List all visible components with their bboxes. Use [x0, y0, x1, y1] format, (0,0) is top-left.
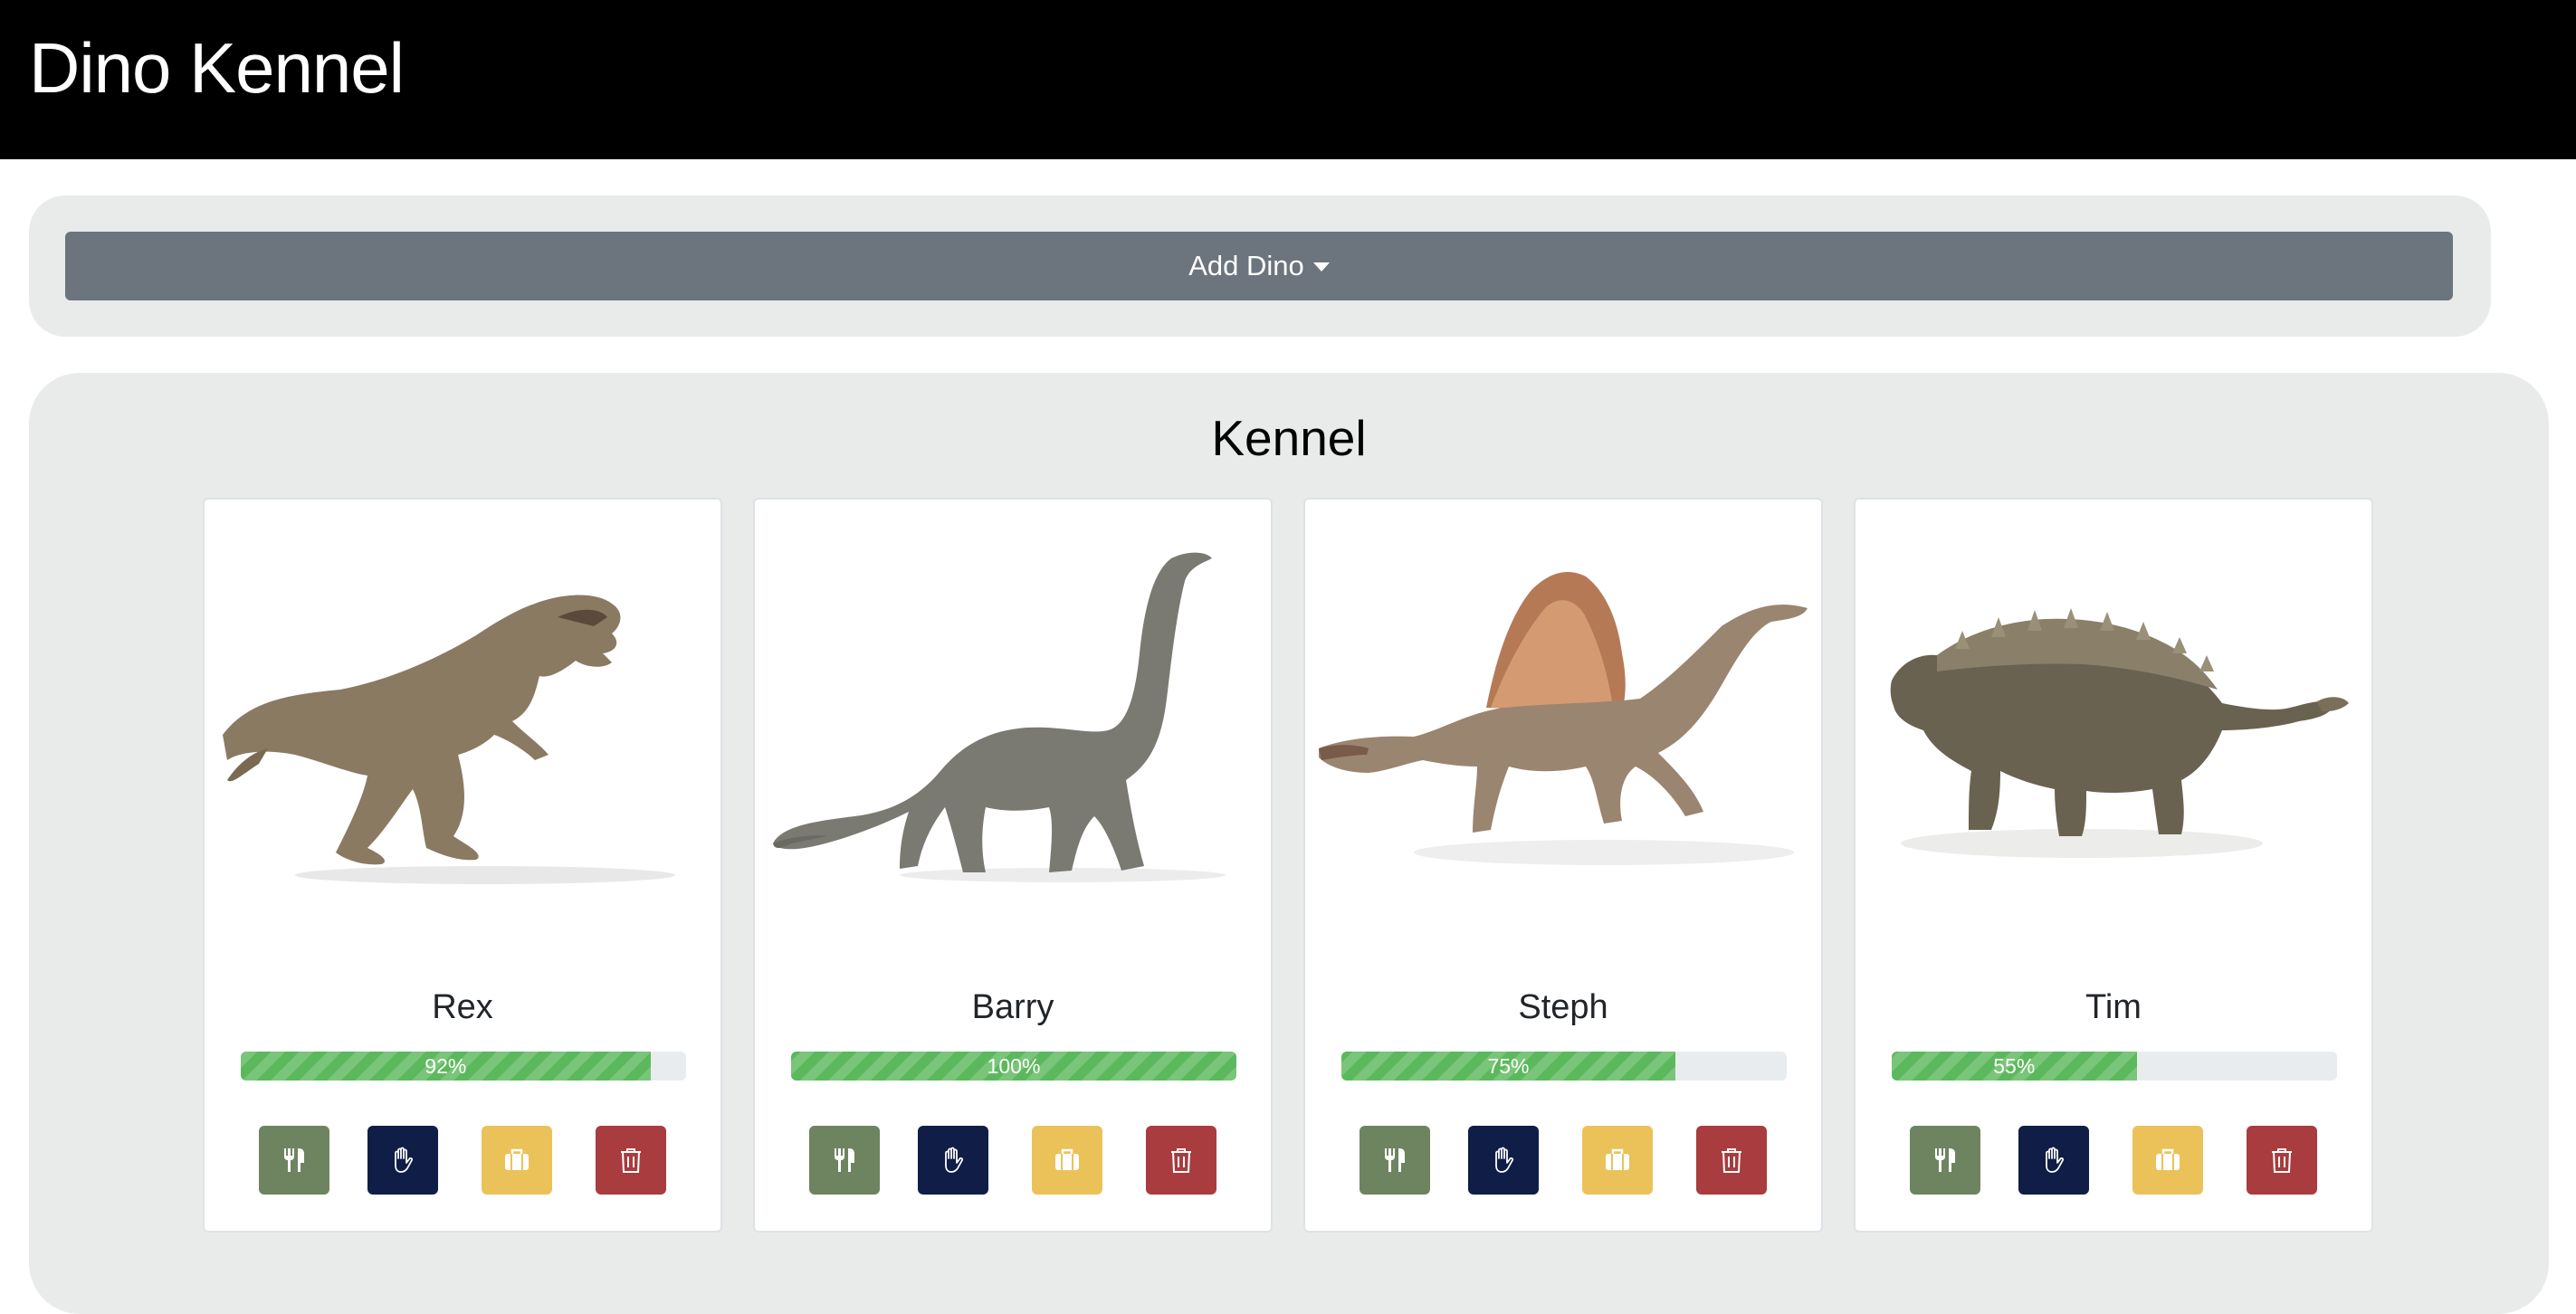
- play-button[interactable]: [2132, 1126, 2203, 1195]
- dino-actions: [1305, 1126, 1821, 1195]
- trash-icon: [2272, 1148, 2292, 1173]
- hand-icon: [2046, 1147, 2065, 1173]
- brontosaurus-image: [773, 552, 1226, 882]
- feed-button[interactable]: [259, 1126, 329, 1195]
- briefcase-icon: [1055, 1148, 1079, 1170]
- progress-label: 75%: [1487, 1053, 1530, 1078]
- top-navbar: Dino Kennel: [0, 0, 2576, 159]
- progress-label: 92%: [425, 1053, 467, 1078]
- progress-fill: 92%: [241, 1052, 651, 1081]
- caret-down-icon: [1312, 262, 1330, 271]
- delete-button[interactable]: [1146, 1126, 1216, 1195]
- dino-name: Rex: [432, 988, 493, 1026]
- play-button[interactable]: [482, 1126, 552, 1195]
- dino-card: Barry 100%: [753, 498, 1273, 1233]
- fork-knife-icon: [1385, 1148, 1405, 1172]
- progress-fill: 55%: [1892, 1052, 2137, 1081]
- pet-button[interactable]: [367, 1126, 438, 1195]
- hand-icon: [395, 1147, 414, 1173]
- happiness-progress: 92%: [241, 1052, 686, 1081]
- dino-name: Tim: [2085, 988, 2142, 1026]
- fork-knife-icon: [1935, 1148, 1955, 1172]
- briefcase-icon: [2156, 1148, 2180, 1170]
- ankylosaurus-image: [1890, 608, 2349, 858]
- tyrannosaurus-image: [223, 595, 675, 884]
- happiness-progress: 100%: [791, 1052, 1236, 1081]
- dino-card: Tim 55%: [1854, 498, 2373, 1233]
- kennel-title: Kennel: [1211, 410, 1367, 466]
- briefcase-icon: [1606, 1148, 1629, 1170]
- happiness-progress: 75%: [1341, 1052, 1787, 1081]
- dino-card: Steph 75%: [1303, 498, 1823, 1233]
- play-button[interactable]: [1582, 1126, 1653, 1195]
- delete-button[interactable]: [2247, 1126, 2317, 1195]
- fork-knife-icon: [284, 1148, 304, 1172]
- trash-icon: [1171, 1148, 1191, 1173]
- fork-knife-icon: [835, 1148, 854, 1172]
- dino-name: Barry: [971, 988, 1054, 1026]
- delete-button[interactable]: [1696, 1126, 1767, 1195]
- briefcase-icon: [505, 1148, 529, 1170]
- progress-fill: 75%: [1341, 1052, 1675, 1081]
- pet-button[interactable]: [918, 1126, 988, 1195]
- dino-name: Steph: [1518, 988, 1608, 1026]
- dino-card: Rex 92%: [203, 498, 722, 1233]
- feed-button[interactable]: [1910, 1126, 1980, 1195]
- add-dino-dropdown-button[interactable]: Add Dino: [65, 232, 2453, 300]
- app-title: Dino Kennel: [29, 28, 405, 108]
- progress-fill: 100%: [791, 1052, 1236, 1081]
- dino-actions: [205, 1126, 720, 1195]
- kennel-panel: Kennel Rex 92% Barry 100% Steph 75% Tim …: [29, 373, 2549, 1314]
- hand-icon: [945, 1147, 964, 1173]
- dino-actions: [1856, 1126, 2371, 1195]
- add-dino-panel: Add Dino: [29, 195, 2491, 337]
- trash-icon: [621, 1148, 641, 1173]
- feed-button[interactable]: [1360, 1126, 1430, 1195]
- pet-button[interactable]: [2018, 1126, 2089, 1195]
- spinosaurus-image: [1319, 572, 1808, 865]
- progress-label: 100%: [987, 1053, 1041, 1078]
- delete-button[interactable]: [596, 1126, 666, 1195]
- play-button[interactable]: [1032, 1126, 1102, 1195]
- hand-icon: [1495, 1147, 1514, 1173]
- trash-icon: [1722, 1148, 1741, 1173]
- add-dino-label: Add Dino: [1188, 250, 1304, 281]
- happiness-progress: 55%: [1892, 1052, 2337, 1081]
- feed-button[interactable]: [809, 1126, 880, 1195]
- pet-button[interactable]: [1468, 1126, 1539, 1195]
- progress-label: 55%: [1993, 1053, 2036, 1078]
- dino-actions: [755, 1126, 1271, 1195]
